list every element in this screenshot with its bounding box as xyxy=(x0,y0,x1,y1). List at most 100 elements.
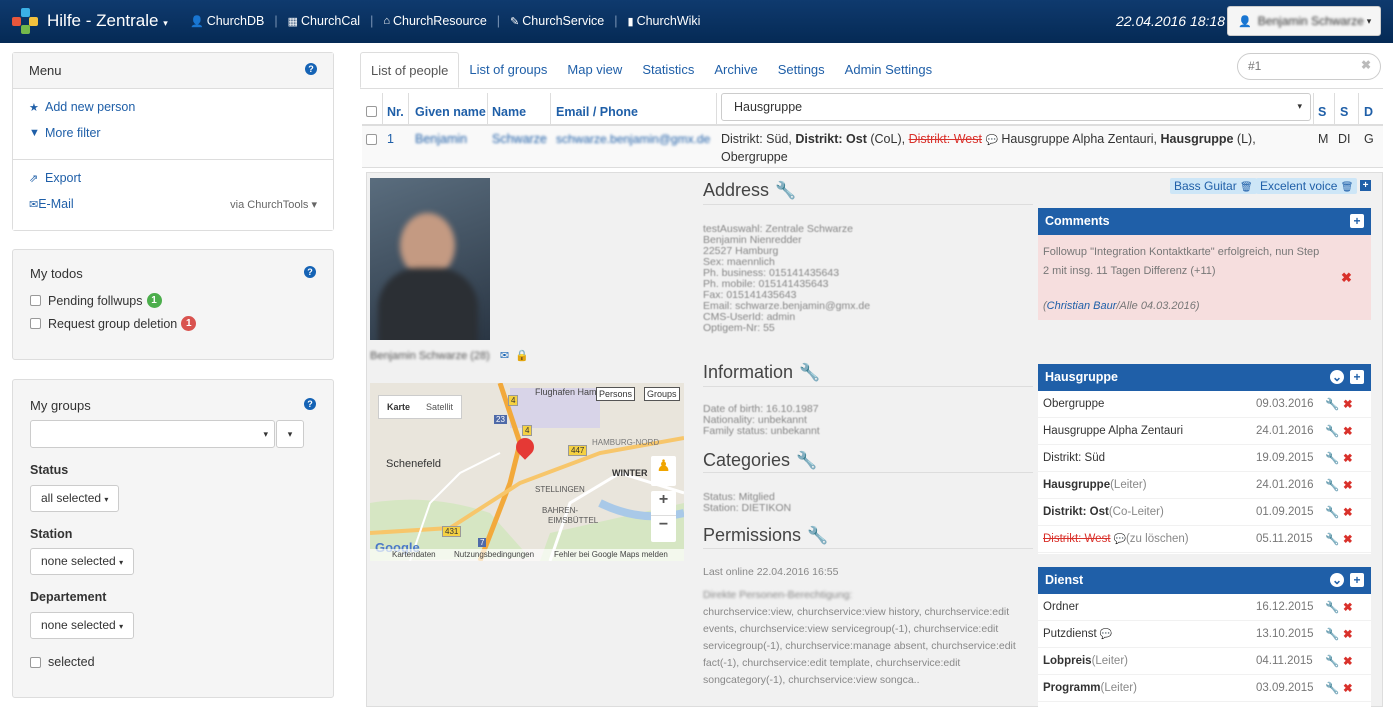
hausgruppe-row[interactable]: Obergruppe 09.03.2016 🔧 ✖ xyxy=(1038,391,1371,418)
col-given-name[interactable]: Given name xyxy=(415,105,486,119)
skill-tag-excelent-voice[interactable]: Excelent voice 🗑 xyxy=(1256,178,1358,194)
row-checkbox[interactable] xyxy=(366,134,377,145)
add-dienst-icon[interactable]: + xyxy=(1350,573,1364,587)
comment-icon[interactable]: 💬 xyxy=(1114,534,1126,545)
user-lock-icon[interactable]: 🔒 xyxy=(515,349,529,362)
comment-author-link[interactable]: Christian Baur xyxy=(1047,300,1117,312)
map-tab-karte[interactable]: Karte xyxy=(379,402,418,412)
group-name[interactable]: Putzdienst xyxy=(1043,628,1097,640)
email-link[interactable]: ✉E-Mail xyxy=(29,197,74,211)
more-filter-link[interactable]: ▼ More filter xyxy=(29,120,317,146)
zoom-out-button[interactable]: − xyxy=(651,516,676,541)
selected-checkbox-row[interactable]: selected xyxy=(30,655,95,669)
chevron-down-icon[interactable]: ⌄ xyxy=(1330,573,1344,587)
my-groups-options-button[interactable]: ▾ xyxy=(276,420,304,448)
wrench-icon[interactable]: 🔧 xyxy=(1325,627,1339,641)
map-groups-toggle[interactable]: Groups xyxy=(644,387,680,401)
user-menu-button[interactable]: 👤 Benjamin Schwarze ▾ xyxy=(1227,6,1381,36)
todo-checkbox[interactable] xyxy=(30,318,41,329)
map-footer-data[interactable]: Kartendaten xyxy=(392,550,436,559)
map-tab-satellit[interactable]: Satellit xyxy=(418,402,461,412)
envelope-icon[interactable]: ✉ xyxy=(500,349,509,362)
tab-list-of-people[interactable]: List of people xyxy=(360,52,460,88)
delete-icon[interactable]: ✖ xyxy=(1343,505,1353,519)
group-name[interactable]: Distrikt: Ost xyxy=(1043,506,1109,518)
delete-icon[interactable]: ✖ xyxy=(1343,478,1353,492)
tab-list-of-groups[interactable]: List of groups xyxy=(459,52,557,88)
wrench-icon[interactable]: 🔧 xyxy=(775,181,796,201)
nav-churchcal[interactable]: ▦ ChurchCal xyxy=(288,14,360,28)
group-column-select[interactable]: Hausgruppe ▾ xyxy=(721,93,1311,121)
group-name[interactable]: Lobpreis xyxy=(1043,655,1092,667)
delete-icon[interactable]: ✖ xyxy=(1343,397,1353,411)
group-name[interactable]: Distrikt: West xyxy=(1043,533,1111,545)
todo-item[interactable]: Request group deletion 1 xyxy=(30,312,316,335)
tab-statistics[interactable]: Statistics xyxy=(632,52,704,88)
tab-settings[interactable]: Settings xyxy=(768,52,835,88)
select-all-checkbox[interactable] xyxy=(366,106,377,117)
add-group-icon[interactable]: + xyxy=(1350,370,1364,384)
delete-icon[interactable]: ✖ xyxy=(1343,654,1353,668)
group-name[interactable]: Ordner xyxy=(1043,601,1079,613)
hausgruppe-row[interactable]: Hausgruppe (Leiter) 24.01.2016 🔧 ✖ xyxy=(1038,472,1371,499)
add-skill-icon[interactable]: + xyxy=(1360,180,1371,191)
row-nr[interactable]: 1 xyxy=(387,132,394,146)
delete-icon[interactable]: ✖ xyxy=(1343,424,1353,438)
app-title-dropdown[interactable]: Hilfe - Zentrale ▾ xyxy=(47,11,168,31)
nav-churchwiki[interactable]: ▮ ChurchWiki xyxy=(628,14,701,28)
person-photo[interactable] xyxy=(370,178,490,340)
wrench-icon[interactable]: 🔧 xyxy=(1325,424,1339,438)
churchtools-logo-icon[interactable] xyxy=(12,8,38,34)
wrench-icon[interactable]: 🔧 xyxy=(1325,600,1339,614)
departement-dropdown[interactable]: none selected ▾ xyxy=(30,612,135,639)
wrench-icon[interactable]: 🔧 xyxy=(1325,478,1339,492)
delete-icon[interactable]: ✖ xyxy=(1343,681,1353,695)
group-name[interactable]: Hausgruppe Alpha Zentauri xyxy=(1043,425,1183,437)
help-icon[interactable]: ? xyxy=(304,398,316,410)
group-name[interactable]: Hausgruppe xyxy=(1043,479,1110,491)
group-name[interactable]: Programm xyxy=(1043,682,1101,694)
hausgruppe-row[interactable]: Distrikt: Ost (Co-Leiter) 01.09.2015 🔧 ✖ xyxy=(1038,499,1371,526)
wrench-icon[interactable]: 🔧 xyxy=(1325,397,1339,411)
google-map[interactable]: Karte Satellit Persons Groups Flughafen … xyxy=(370,383,684,561)
wrench-icon[interactable]: 🔧 xyxy=(796,451,817,471)
col-email-phone[interactable]: Email / Phone xyxy=(556,105,638,119)
col-name[interactable]: Name xyxy=(492,105,526,119)
via-churchtools-dropdown[interactable]: via ChurchTools ▾ xyxy=(230,198,317,211)
tab-archive[interactable]: Archive xyxy=(704,52,767,88)
wrench-icon[interactable]: 🔧 xyxy=(1325,654,1339,668)
dienst-row[interactable]: Ordner 16.12.2015 🔧 ✖ xyxy=(1038,594,1371,621)
wrench-icon[interactable]: 🔧 xyxy=(799,363,820,383)
map-persons-toggle[interactable]: Persons xyxy=(596,387,636,401)
dienst-row[interactable]: Programm (Leiter) 03.09.2015 🔧 ✖ xyxy=(1038,675,1371,702)
hausgruppe-row[interactable]: Distrikt: Süd 19.09.2015 🔧 ✖ xyxy=(1038,445,1371,472)
todo-item[interactable]: Pending follwups 1 xyxy=(30,289,316,312)
comment-icon[interactable]: 💬 xyxy=(1100,629,1112,640)
dienst-row[interactable]: Lobpreis (Leiter) 04.11.2015 🔧 ✖ xyxy=(1038,648,1371,675)
table-row[interactable]: 1 Benjamin Schwarze schwarze.benjamin@gm… xyxy=(362,126,1383,168)
col-s2[interactable]: S xyxy=(1340,105,1348,119)
nav-churchservice[interactable]: ✎ ChurchService xyxy=(510,14,604,28)
todo-checkbox[interactable] xyxy=(30,295,41,306)
wrench-icon[interactable]: 🔧 xyxy=(1325,451,1339,465)
streetview-pegman-icon[interactable]: ♟ xyxy=(651,456,676,486)
row-name[interactable]: Schwarze xyxy=(492,132,547,146)
help-icon[interactable]: ? xyxy=(305,63,317,75)
group-name[interactable]: Obergruppe xyxy=(1043,398,1104,410)
col-d[interactable]: D xyxy=(1364,105,1373,119)
trash-icon[interactable]: 🗑 xyxy=(1341,182,1354,193)
group-name[interactable]: Distrikt: Süd xyxy=(1043,452,1105,464)
search-input[interactable]: #1 ✖ xyxy=(1237,53,1381,80)
delete-icon[interactable]: ✖ xyxy=(1343,627,1353,641)
help-icon[interactable]: ? xyxy=(304,266,316,278)
chevron-down-icon[interactable]: ⌄ xyxy=(1330,370,1344,384)
col-nr[interactable]: Nr. xyxy=(387,105,404,119)
row-given-name[interactable]: Benjamin xyxy=(415,132,467,146)
export-link[interactable]: ⇗ Export xyxy=(29,165,317,191)
tab-map-view[interactable]: Map view xyxy=(557,52,632,88)
trash-icon[interactable]: 🗑 xyxy=(1240,182,1253,193)
nav-churchresource[interactable]: ⌂ ChurchResource xyxy=(383,14,486,28)
col-s1[interactable]: S xyxy=(1318,105,1326,119)
delete-icon[interactable]: ✖ xyxy=(1343,600,1353,614)
status-dropdown[interactable]: all selected ▾ xyxy=(30,485,120,512)
